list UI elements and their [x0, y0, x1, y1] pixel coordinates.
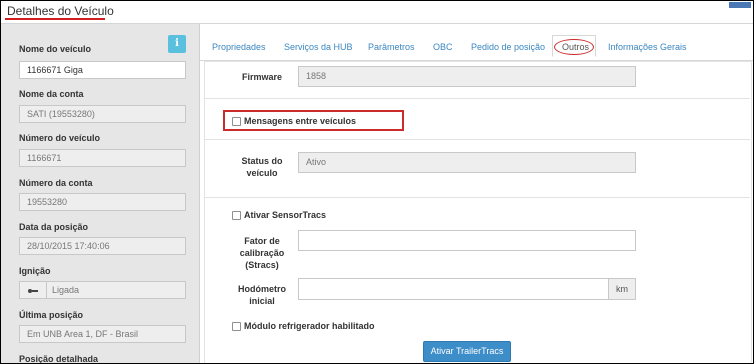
divider-2: [205, 139, 750, 140]
ignition-field: Ligada: [19, 281, 186, 299]
fator-label-line-1: Fator de: [244, 236, 280, 246]
tab-servicos-hub[interactable]: Serviços da HUB: [284, 42, 353, 52]
sensortracs-label: Ativar SensorTracs: [244, 210, 327, 220]
mensagens-highlight-box: [223, 110, 404, 131]
tab-propriedades[interactable]: Propriedades: [212, 42, 266, 52]
divider-3: [205, 197, 750, 198]
last-position-label: Última posição: [19, 310, 84, 320]
vehicle-summary-panel: i Nome do veículo 1166671 Giga Nome da c…: [1, 24, 200, 364]
refrigerador-label: Módulo refrigerador habilitado: [244, 321, 375, 331]
hodometro-unit: km: [608, 278, 636, 300]
refrigerador-checkbox[interactable]: [232, 322, 241, 331]
vehicle-number-label: Número do veículo: [19, 133, 101, 143]
hodometro-label-line-1: Hodómetro: [238, 284, 286, 294]
account-name-field: SATI (19553280): [19, 105, 186, 123]
fator-label-line-2: calibração: [239, 248, 285, 258]
status-label: Status do veículo: [231, 155, 293, 179]
vehicle-number-field: 1166671: [19, 149, 186, 167]
vehicle-details-window: Detalhes do Veículo i Nome do veículo 11…: [0, 0, 754, 364]
account-name-label: Nome da conta: [19, 89, 84, 99]
account-number-field: 19553280: [19, 193, 186, 211]
fator-label-line-3: (Stracs): [245, 260, 279, 270]
key-icon: [28, 289, 38, 293]
divider-1: [205, 98, 750, 99]
vehicle-name-input[interactable]: 1166671 Giga: [19, 61, 186, 79]
firmware-field: 1858: [298, 66, 636, 87]
page-header: Detalhes do Veículo: [1, 1, 753, 24]
activate-trailertracs-button[interactable]: Ativar TrailerTracs: [423, 341, 511, 362]
corner-badge: [729, 2, 751, 8]
hodometro-input[interactable]: [298, 278, 609, 300]
tab-parametros[interactable]: Parâmetros: [368, 42, 415, 52]
tab-pedido-posicao[interactable]: Pedido de posição: [471, 42, 545, 52]
status-label-line-2: veículo: [246, 168, 278, 178]
hodometro-label: Hodómetro inicial: [228, 283, 296, 307]
fator-calibracao-input[interactable]: [298, 230, 636, 251]
detailed-position-label: Posição detalhada: [19, 354, 99, 364]
tab-obc[interactable]: OBC: [433, 42, 453, 52]
last-position-field: Em UNB Area 1, DF - Brasil: [19, 325, 186, 343]
ignition-separator: [46, 282, 47, 298]
page-title: Detalhes do Veículo: [7, 4, 114, 18]
position-date-label: Data da posição: [19, 222, 89, 232]
ignition-value: Ligada: [52, 285, 80, 295]
tab-highlight-ellipse: [554, 39, 594, 55]
hodometro-label-line-2: inicial: [249, 296, 275, 306]
status-field: Ativo: [298, 152, 636, 173]
position-date-field: 28/10/2015 17:40:06: [19, 237, 186, 255]
firmware-label: Firmware: [241, 72, 283, 82]
title-underline: [5, 18, 105, 20]
vehicle-name-label: Nome do veículo: [19, 44, 92, 54]
info-icon[interactable]: i: [168, 35, 186, 53]
ignition-label: Ignição: [19, 266, 51, 276]
tab-bar: Propriedades Serviços da HUB Parâmetros …: [200, 38, 753, 61]
account-number-label: Número da conta: [19, 178, 93, 188]
fator-label: Fator de calibração (Stracs): [228, 235, 296, 271]
status-label-line-1: Status do: [241, 156, 283, 166]
sensortracs-checkbox[interactable]: [232, 211, 241, 220]
tab-informacoes-gerais[interactable]: Informações Gerais: [608, 42, 687, 52]
